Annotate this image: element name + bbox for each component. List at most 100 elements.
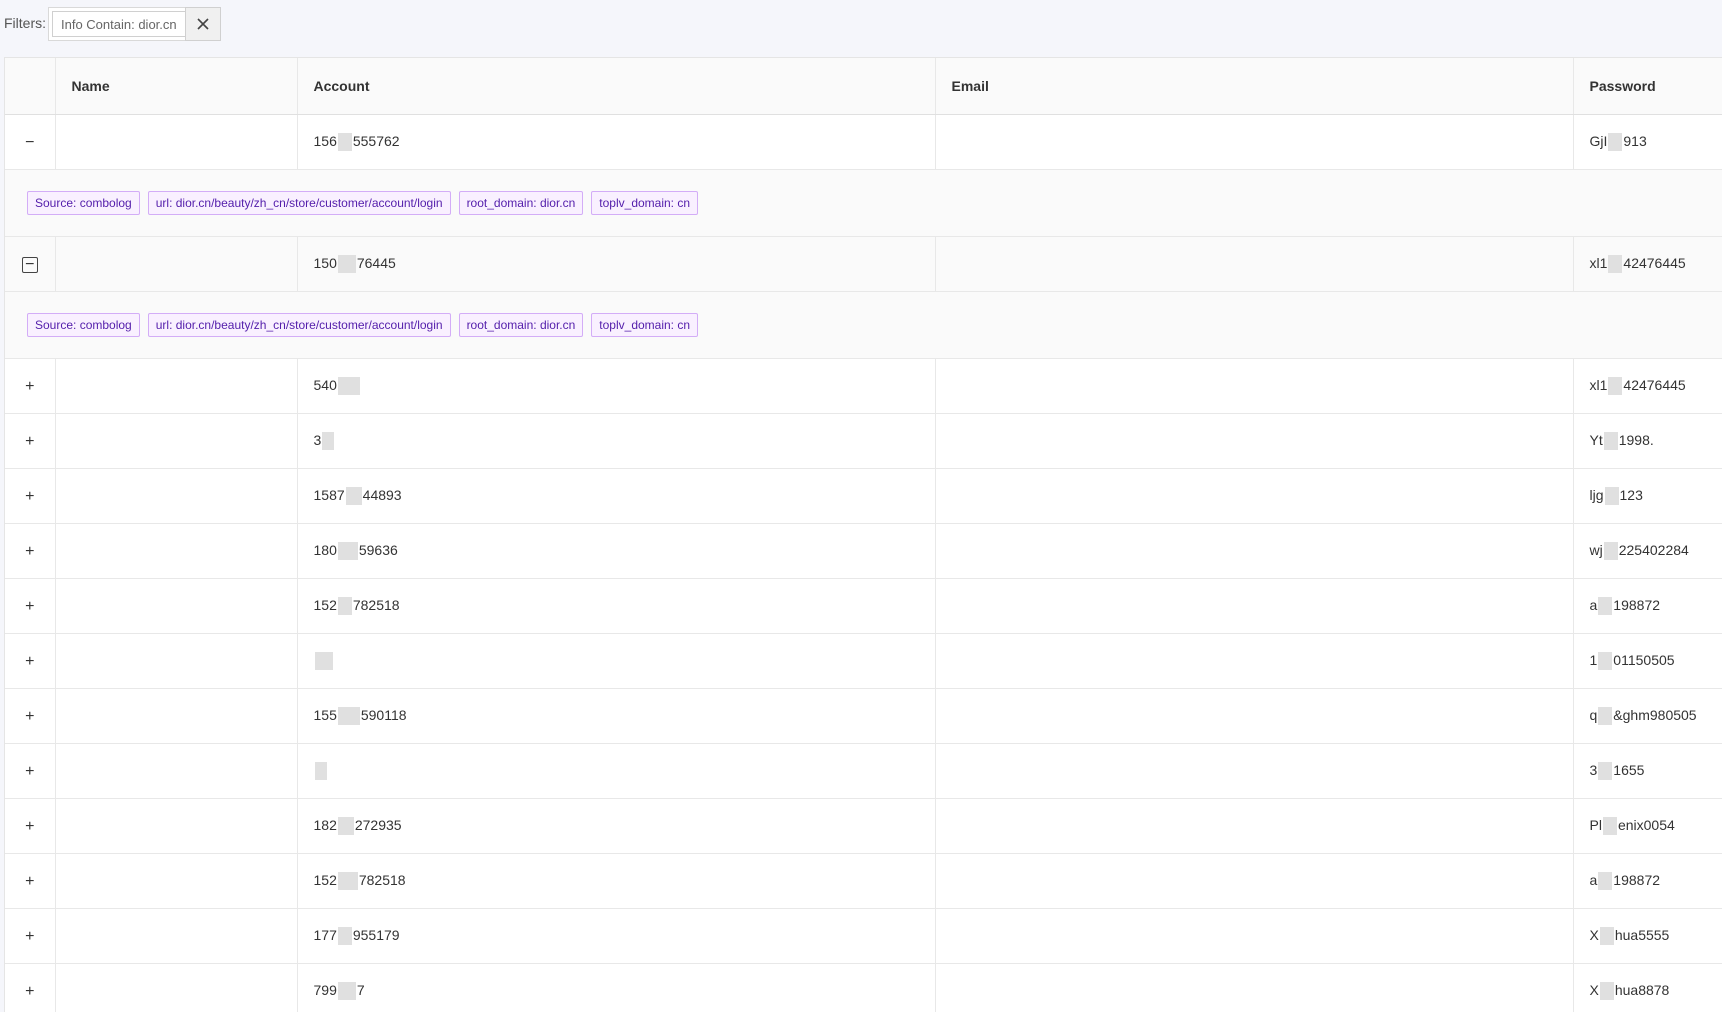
password-prefix: 1 xyxy=(1590,652,1598,668)
redaction-mark xyxy=(1598,597,1612,615)
password-prefix: Yt xyxy=(1590,432,1603,448)
table-row[interactable]: +101150505 xyxy=(5,634,1722,689)
email-cell xyxy=(935,359,1573,414)
account-prefix: 1587 xyxy=(314,487,345,503)
expand-row-button[interactable]: + xyxy=(22,379,38,395)
password-suffix: &ghm980505 xyxy=(1613,707,1696,723)
redaction-mark xyxy=(346,487,362,505)
password-prefix: X xyxy=(1590,982,1599,998)
redaction-mark xyxy=(1598,762,1612,780)
email-cell xyxy=(935,964,1573,1012)
password-prefix: GjI xyxy=(1590,133,1608,149)
password-cell: Yt 1998. xyxy=(1573,414,1722,469)
close-icon xyxy=(196,17,210,31)
results-table-grid: Name Account Email Password − 156 555762 Gj… xyxy=(5,58,1722,1012)
password-prefix: Pl xyxy=(1590,817,1602,833)
account-cell: 155590118 xyxy=(297,689,935,744)
password-prefix: a xyxy=(1590,872,1598,888)
expand-row-button[interactable]: + xyxy=(22,654,38,670)
expand-cell: + xyxy=(5,524,55,579)
name-cell xyxy=(55,469,297,524)
account-cell xyxy=(297,744,935,799)
table-row[interactable]: +177955179Xhua5555 xyxy=(5,909,1722,964)
redaction-mark xyxy=(338,542,358,560)
password-cell: a198872 xyxy=(1573,579,1722,634)
account-prefix: 182 xyxy=(314,817,337,833)
account-prefix: 156 xyxy=(314,133,337,149)
account-cell: 540 xyxy=(297,359,935,414)
table-row[interactable]: +540xl142476445 xyxy=(5,359,1722,414)
clear-filter-button[interactable] xyxy=(185,7,221,41)
email-cell xyxy=(935,689,1573,744)
redaction-mark xyxy=(1608,133,1622,151)
collapse-row-button[interactable]: − xyxy=(22,257,38,273)
table-row[interactable]: +152782518a198872 xyxy=(5,579,1722,634)
expand-row-button[interactable]: + xyxy=(22,709,38,725)
table-row[interactable]: −15076445xl142476445 xyxy=(5,237,1722,292)
password-suffix: enix0054 xyxy=(1618,817,1675,833)
info-tag: root_domain: dior.cn xyxy=(459,313,584,337)
redaction-mark xyxy=(338,817,354,835)
password-suffix: 1998. xyxy=(1619,432,1654,448)
header-account[interactable]: Account xyxy=(297,58,935,115)
account-suffix: 782518 xyxy=(359,872,406,888)
detail-tags: Source: combologurl: dior.cn/beauty/zh_c… xyxy=(5,170,1722,237)
expand-row-button[interactable]: + xyxy=(22,599,38,615)
info-tag: url: dior.cn/beauty/zh_cn/store/customer… xyxy=(148,313,451,337)
account-suffix: 7 xyxy=(357,982,365,998)
filter-chip-text: Info Contain: dior.cn xyxy=(52,11,186,37)
table-row[interactable]: +31655 xyxy=(5,744,1722,799)
email-cell xyxy=(935,579,1573,634)
table-row[interactable]: +152782518a198872 xyxy=(5,854,1722,909)
header-email[interactable]: Email xyxy=(935,58,1573,115)
table-row[interactable]: +3Yt1998. xyxy=(5,414,1722,469)
table-row[interactable]: +18059636wj225402284 xyxy=(5,524,1722,579)
password-prefix: a xyxy=(1590,597,1598,613)
expand-row-button[interactable]: + xyxy=(22,764,38,780)
password-prefix: ljg xyxy=(1590,487,1604,503)
account-suffix: 555762 xyxy=(353,133,400,149)
account-cell: 182272935 xyxy=(297,799,935,854)
expand-row-button[interactable]: + xyxy=(22,929,38,945)
redaction-mark xyxy=(1603,817,1617,835)
expand-row-button[interactable]: + xyxy=(22,984,38,1000)
info-tag: url: dior.cn/beauty/zh_cn/store/customer… xyxy=(148,191,451,215)
name-cell xyxy=(55,524,297,579)
table-row[interactable]: − 156 555762 GjI913 xyxy=(5,115,1722,170)
redaction-mark xyxy=(1598,872,1612,890)
account-suffix: 782518 xyxy=(353,597,400,613)
password-cell: Xhua5555 xyxy=(1573,909,1722,964)
email-cell xyxy=(935,115,1573,170)
name-cell xyxy=(55,414,297,469)
password-cell: ljg123 xyxy=(1573,469,1722,524)
account-prefix: 155 xyxy=(314,707,337,723)
redaction-mark xyxy=(338,872,358,890)
expand-row-button[interactable]: + xyxy=(22,544,38,560)
expand-cell: + xyxy=(5,799,55,854)
expand-row-button[interactable]: + xyxy=(22,819,38,835)
table-row[interactable]: +158744893ljg123 xyxy=(5,469,1722,524)
account-cell: 15076445 xyxy=(297,237,935,292)
table-row[interactable]: +155590118q&ghm980505 xyxy=(5,689,1722,744)
table-row[interactable]: +182272935 Pl enix0054 xyxy=(5,799,1722,854)
password-cell: GjI913 xyxy=(1573,115,1722,170)
expanded-detail-row: Source: combologurl: dior.cn/beauty/zh_c… xyxy=(5,292,1722,359)
table-row[interactable]: +7997Xhua8878 xyxy=(5,964,1722,1012)
password-cell: wj225402284 xyxy=(1573,524,1722,579)
header-password[interactable]: Password xyxy=(1573,58,1722,115)
expand-row-button[interactable]: + xyxy=(22,489,38,505)
expand-row-button[interactable]: + xyxy=(22,434,38,450)
filter-chip[interactable]: Info Contain: dior.cn xyxy=(48,7,190,41)
expand-row-button[interactable]: + xyxy=(22,874,38,890)
expand-cell: + xyxy=(5,964,55,1012)
account-cell: 156 555762 xyxy=(297,115,935,170)
name-cell xyxy=(55,689,297,744)
name-cell xyxy=(55,909,297,964)
header-name[interactable]: Name xyxy=(55,58,297,115)
detail-tags: Source: combologurl: dior.cn/beauty/zh_c… xyxy=(5,292,1722,359)
collapse-row-button[interactable]: − xyxy=(22,135,38,151)
name-cell xyxy=(55,579,297,634)
account-cell xyxy=(297,634,935,689)
account-cell: 152782518 xyxy=(297,854,935,909)
expand-cell: − xyxy=(5,115,55,170)
